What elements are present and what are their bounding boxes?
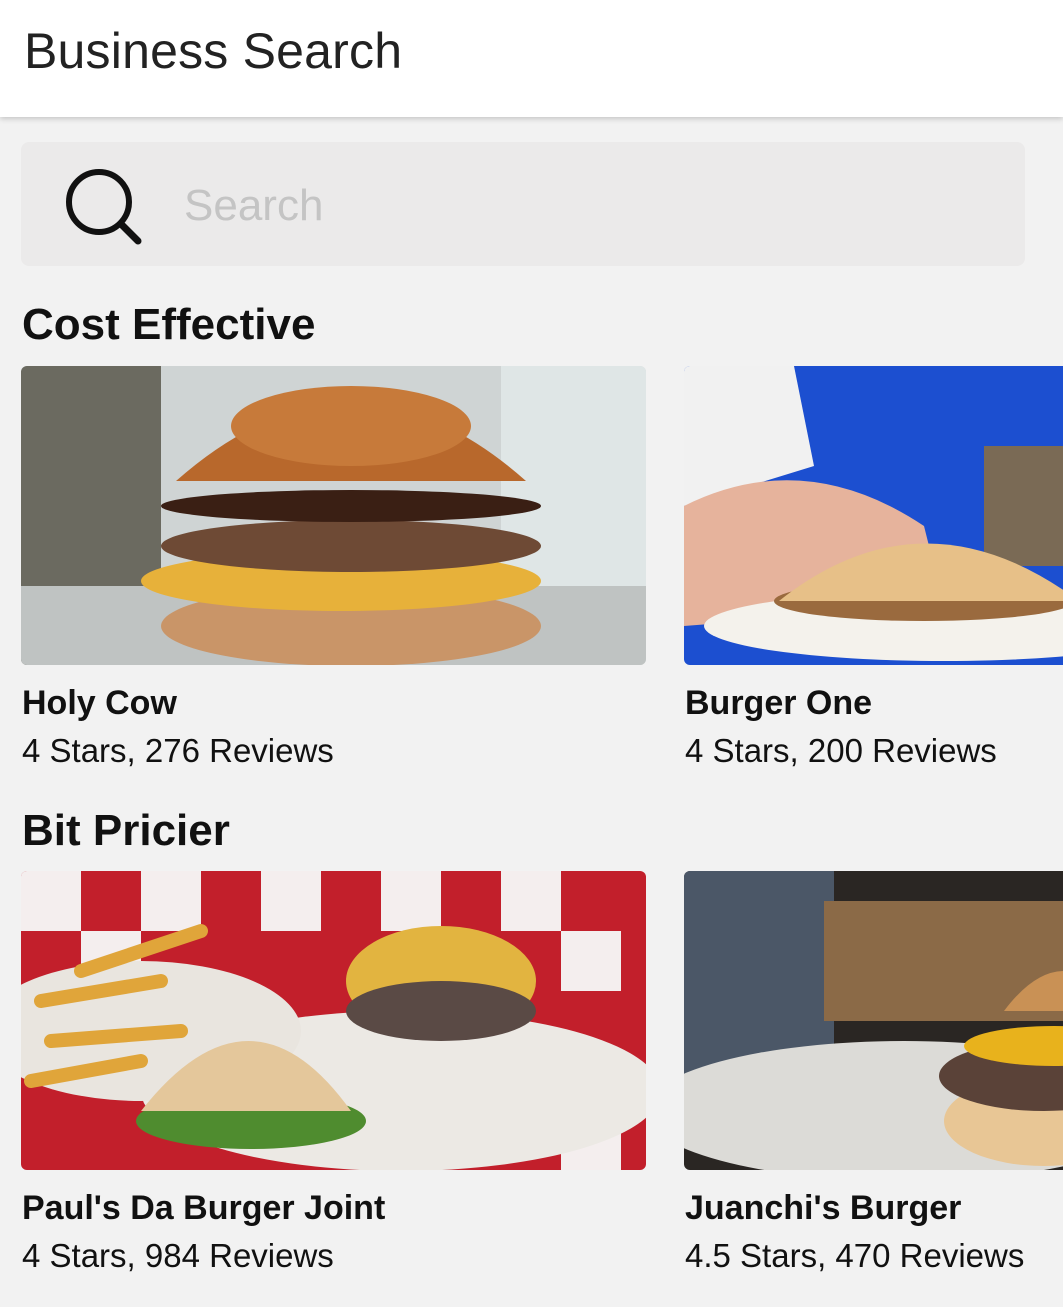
business-name[interactable]: Burger One (685, 684, 872, 723)
section-title-cost-effective: Cost Effective (22, 300, 316, 349)
app-header: Business Search (0, 0, 1063, 117)
business-card-image[interactable] (684, 366, 1063, 665)
business-search-screen: Business Search Cost Effective Holy Cow … (0, 0, 1063, 1307)
page-title: Business Search (24, 23, 403, 79)
business-card-image[interactable] (684, 871, 1063, 1170)
business-rating-reviews: 4 Stars, 276 Reviews (22, 732, 334, 769)
business-rating-reviews: 4 Stars, 984 Reviews (22, 1237, 334, 1274)
business-card-image[interactable] (21, 871, 646, 1170)
search-input[interactable] (184, 176, 1004, 236)
business-card-image[interactable] (21, 366, 646, 665)
business-name[interactable]: Holy Cow (22, 684, 177, 723)
business-name[interactable]: Juanchi's Burger (685, 1189, 961, 1228)
burger-photo (21, 366, 646, 665)
burger-photo (684, 366, 1063, 665)
business-name[interactable]: Paul's Da Burger Joint (22, 1189, 385, 1228)
business-rating-reviews: 4.5 Stars, 470 Reviews (685, 1237, 1025, 1274)
burger-photo (21, 871, 646, 1170)
search-icon[interactable] (64, 168, 142, 246)
burger-photo (684, 871, 1063, 1170)
section-title-bit-pricier: Bit Pricier (22, 806, 230, 855)
business-rating-reviews: 4 Stars, 200 Reviews (685, 732, 997, 769)
